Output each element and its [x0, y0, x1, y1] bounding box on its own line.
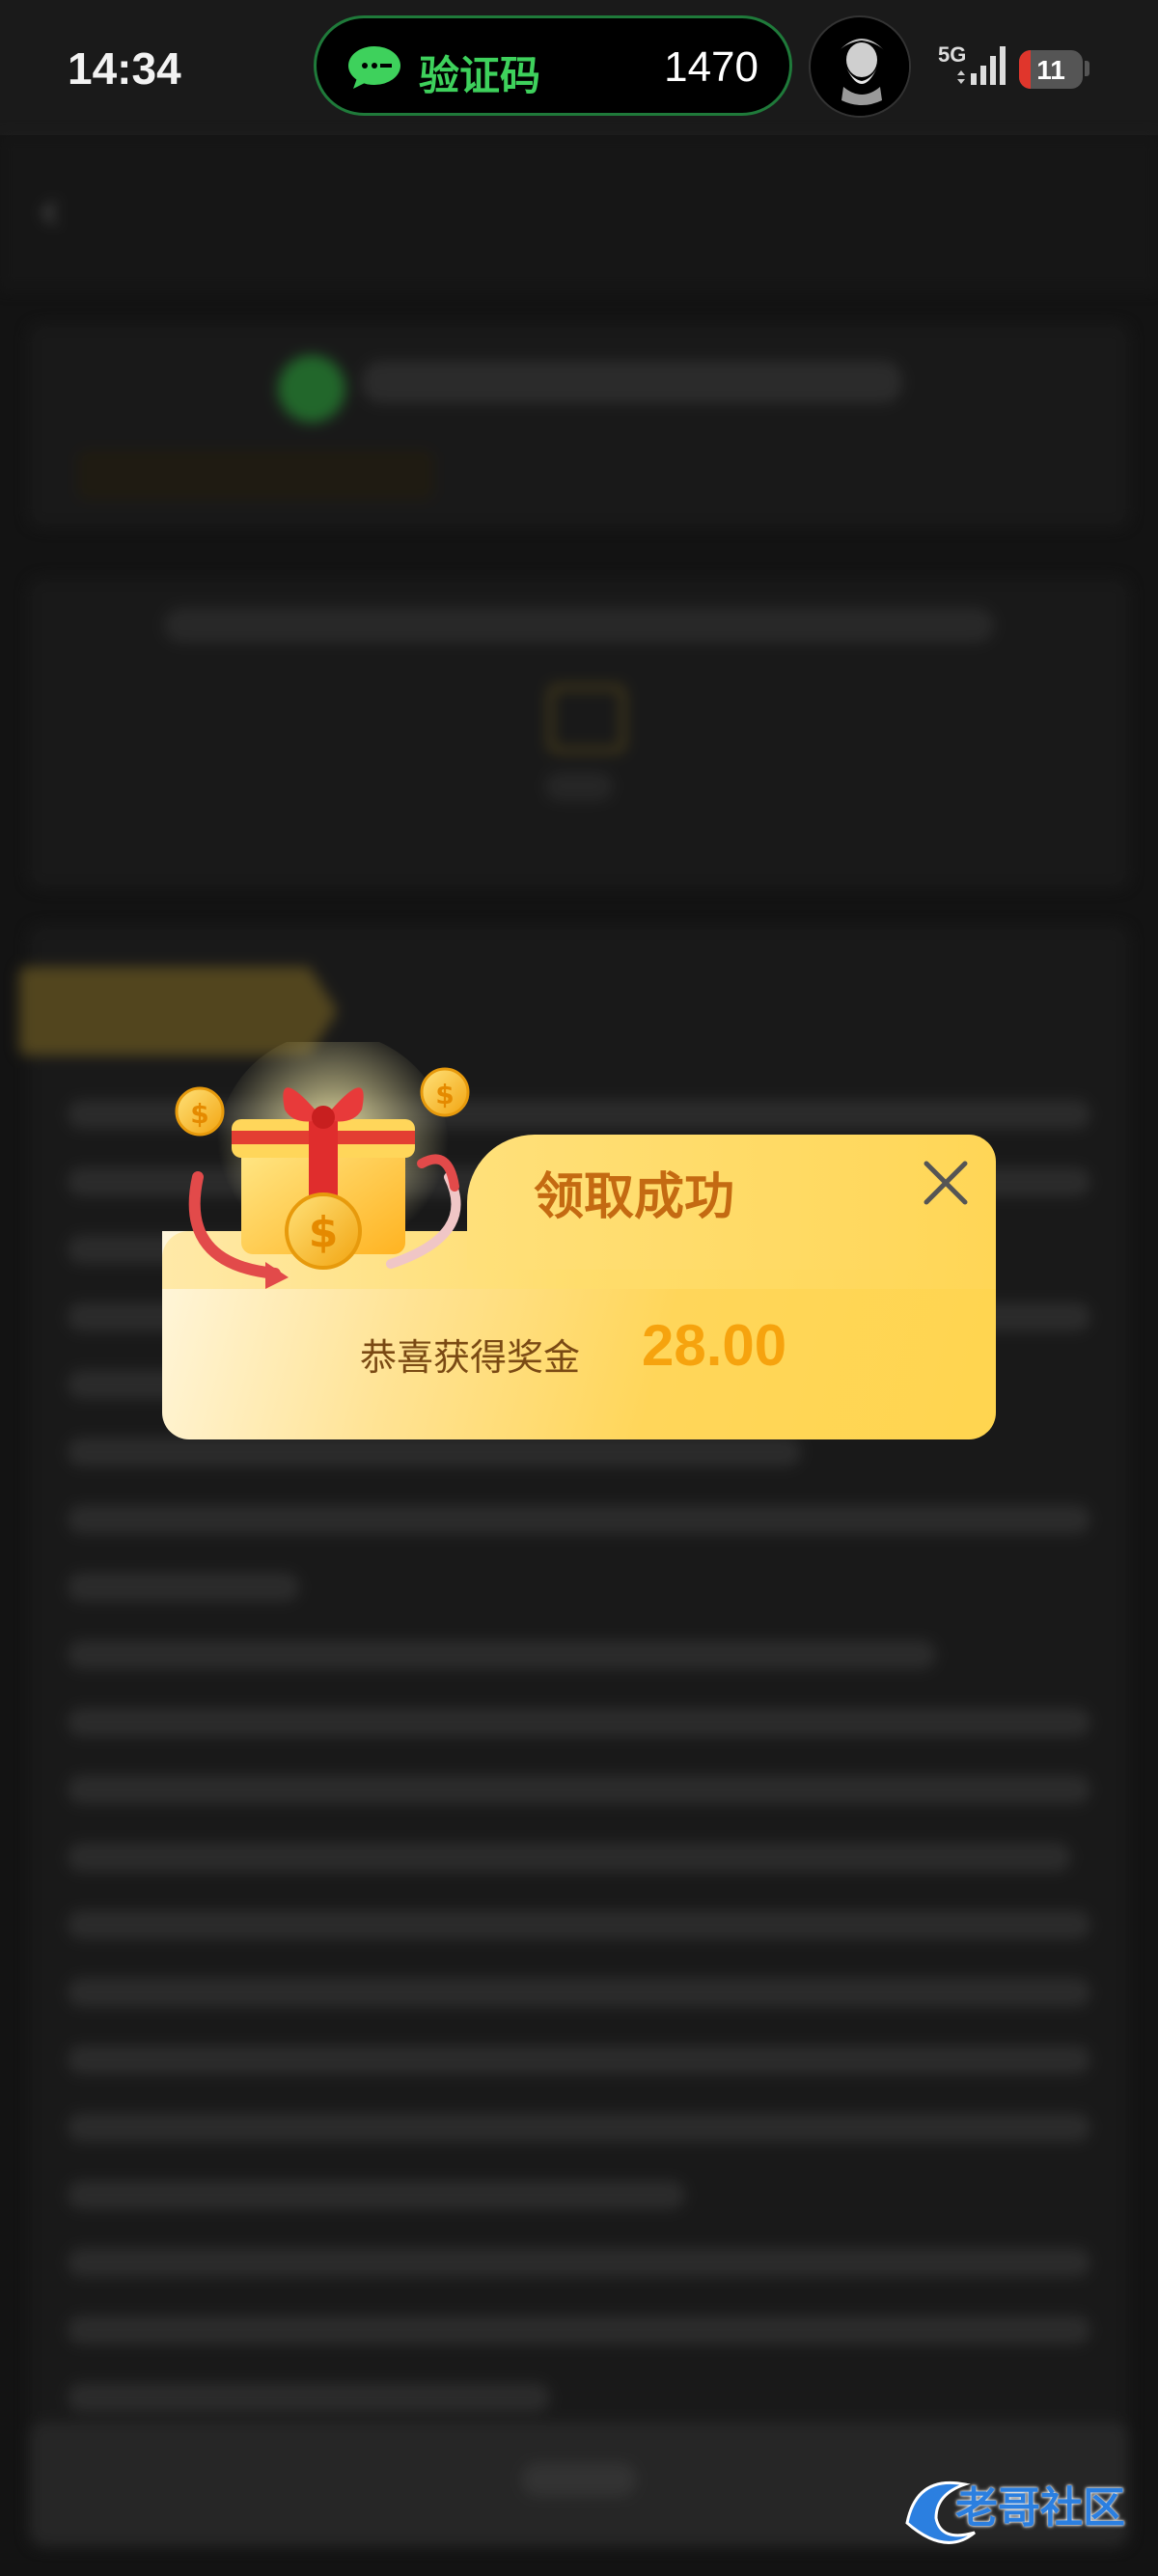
battery-tip: [1085, 61, 1089, 76]
watermark-text: 老哥社区: [955, 2483, 1125, 2533]
verification-code: 1470: [664, 43, 758, 91]
dynamic-island-notification[interactable]: 验证码 1470: [314, 15, 792, 116]
status-bar: 14:34 验证码 1470 5G 11: [0, 0, 1158, 135]
prize-amount: 28.00: [642, 1313, 787, 1378]
dialog-title: 领取成功: [534, 1168, 735, 1226]
close-icon[interactable]: [917, 1154, 975, 1212]
status-time: 14:34: [68, 43, 181, 94]
avatar[interactable]: [809, 15, 911, 118]
gift-box-icon: $ $ $: [175, 1042, 470, 1289]
watermark-logo: 老哥社区: [897, 2465, 1148, 2552]
prize-label: 恭喜获得奖金: [360, 1336, 581, 1379]
svg-text:$: $: [190, 1098, 208, 1130]
battery-icon: 11: [1019, 50, 1083, 89]
svg-text:$: $: [309, 1208, 339, 1257]
svg-text:$: $: [435, 1079, 454, 1110]
message-bubble-icon: [348, 46, 400, 89]
statue-avatar-icon: [813, 19, 909, 116]
signal-strength-icon: [957, 46, 1006, 85]
island-label: 验证码: [419, 52, 541, 99]
battery-level: 11: [1036, 55, 1065, 85]
